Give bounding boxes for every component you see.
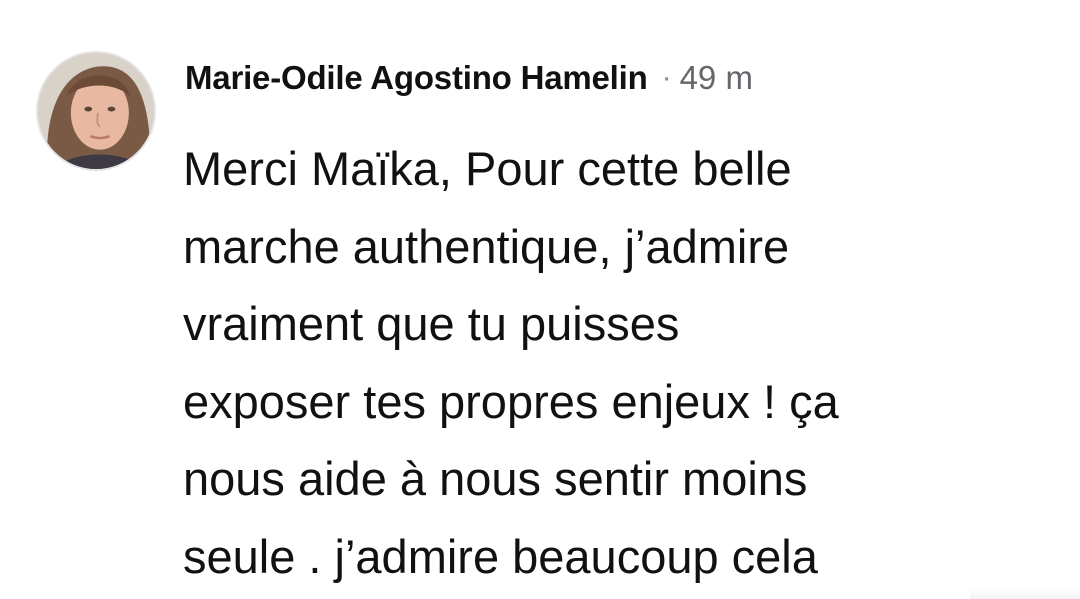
author-name[interactable]: Marie-Odile Agostino Hamelin (185, 59, 648, 97)
profile-photo-icon (38, 53, 154, 169)
comment-line: nous aide à nous sentir moins (183, 452, 808, 505)
avatar[interactable] (36, 51, 156, 171)
comment-line: vraiment que tu puisses (183, 297, 680, 350)
meta-separator: · (661, 61, 672, 94)
comment-line: seule . j’admire beaucoup cela (183, 529, 818, 583)
comment-line: Merci Maïka, Pour cette belle (183, 142, 792, 195)
comment-timestamp[interactable]: 49 m (680, 59, 753, 97)
comment-header: Marie-Odile Agostino Hamelin · 49 m (185, 56, 753, 100)
bottom-edge-shadow (970, 588, 1080, 599)
comment-body: Merci Maïka, Pour cette belle marche aut… (183, 130, 1063, 595)
comment-line: marche authentique, j’admire (183, 219, 790, 273)
comment-line: exposer tes propres enjeux ! ça (183, 374, 839, 428)
